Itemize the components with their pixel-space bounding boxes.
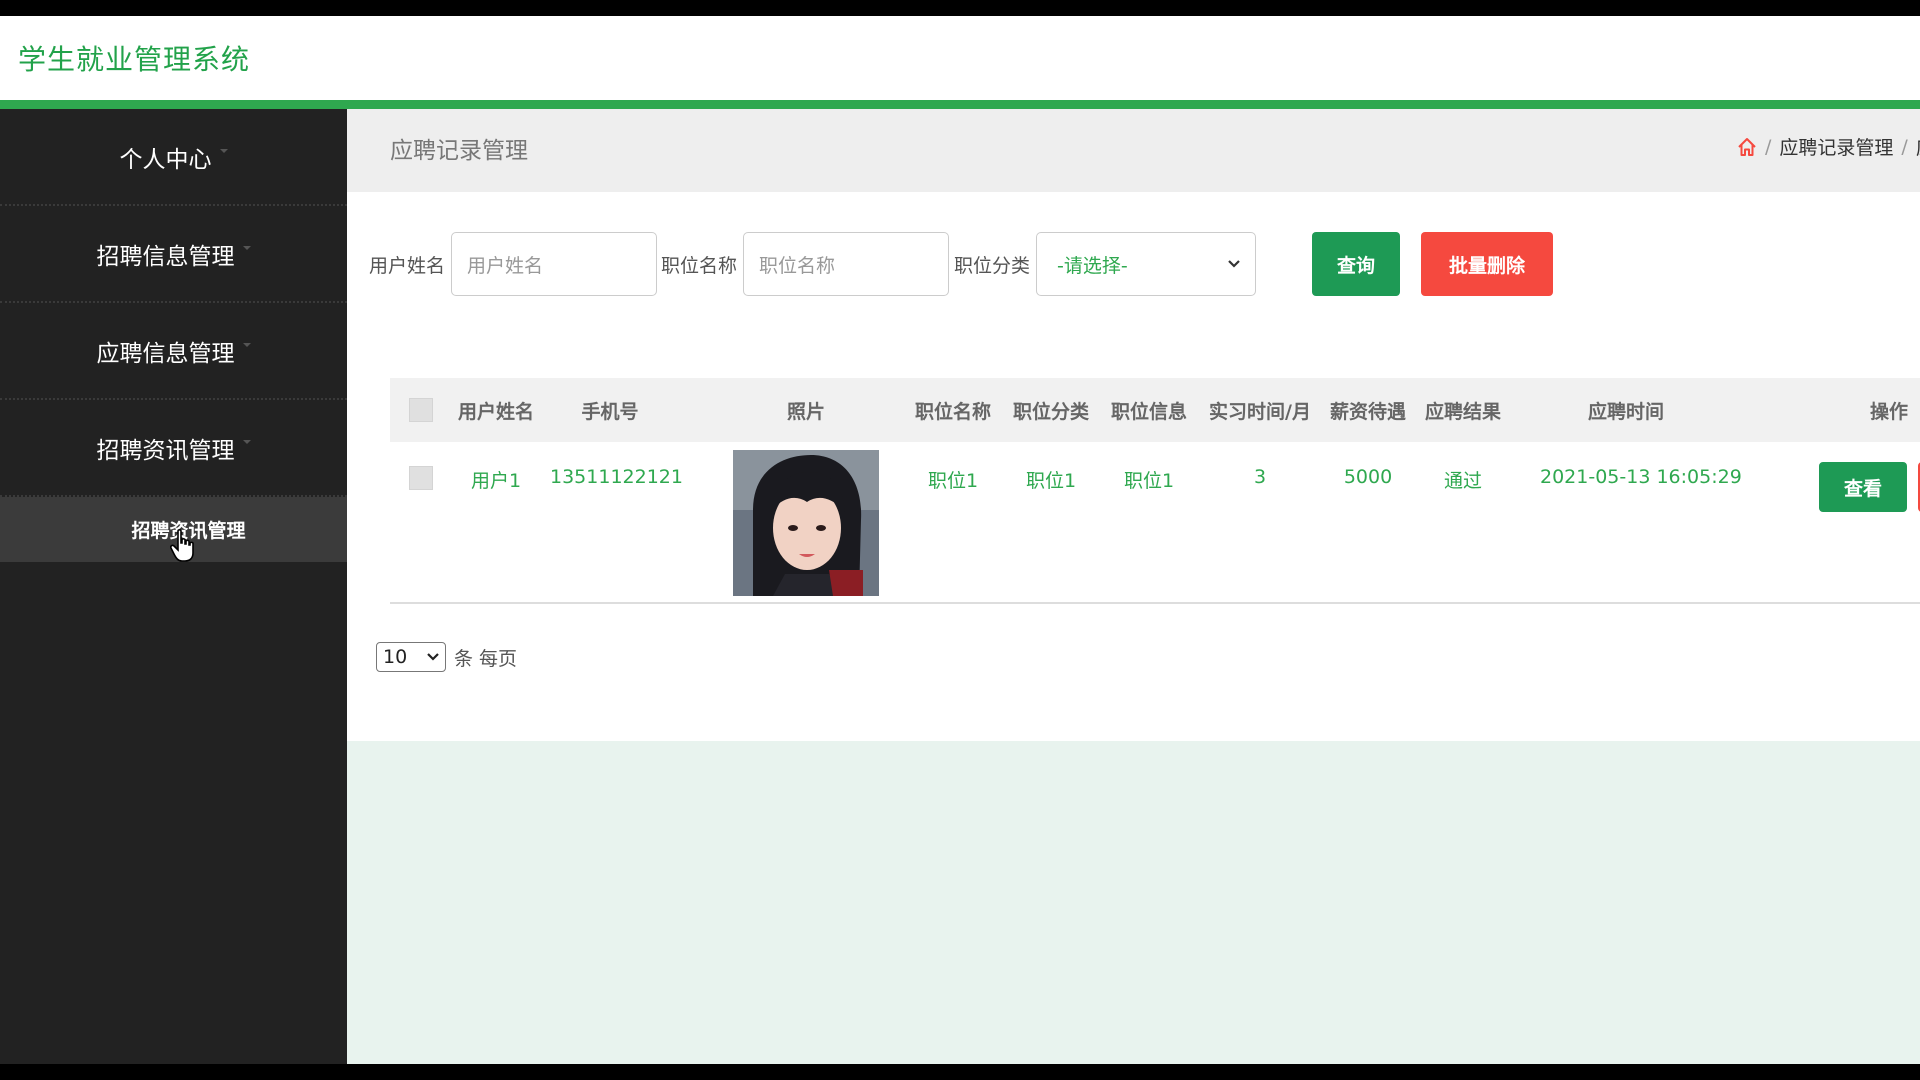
cell-phone: 13511122121	[550, 466, 683, 488]
sidebar-item-application-info[interactable]: 应聘信息管理	[0, 303, 347, 400]
sidebar-item-label: 个人中心	[119, 146, 212, 173]
column-header: 应聘时间	[1587, 400, 1664, 423]
view-button[interactable]: 查看	[1819, 462, 1907, 512]
sidebar-item-label: 招聘资讯管理	[96, 437, 235, 464]
cell-position-category: 职位1	[1025, 470, 1077, 492]
applicant-photo	[733, 450, 879, 596]
cell-result: 通过	[1443, 470, 1482, 492]
breadcrumb-separator: /	[1901, 135, 1908, 158]
select-all-checkbox[interactable]	[409, 398, 433, 422]
column-header: 应聘结果	[1424, 400, 1501, 423]
caret-down-icon	[242, 439, 251, 444]
app-window: 学生就业管理系统 个人中心 招聘信息管理 应聘信息管理 招聘资讯管理 招聘资讯管…	[0, 16, 1920, 1064]
sidebar: 个人中心 招聘信息管理 应聘信息管理 招聘资讯管理 招聘资讯管理	[0, 109, 347, 1064]
column-header: 职位名称	[914, 400, 991, 423]
sidebar-subitem-recruitment-news[interactable]: 招聘资讯管理	[0, 497, 347, 562]
sidebar-item-recruitment-news[interactable]: 招聘资讯管理	[0, 400, 347, 497]
page-size-suffix: 条 每页	[454, 647, 518, 670]
username-input[interactable]: 用户姓名	[451, 232, 658, 296]
username-label: 用户姓名	[369, 254, 446, 277]
column-header: 照片	[786, 400, 825, 423]
records-panel: 用户姓名 用户姓名 职位名称 职位名称 职位分类 -请选择- 查询 批量删除 用…	[347, 192, 1920, 741]
home-icon[interactable]	[1737, 137, 1757, 157]
column-header: 手机号	[581, 400, 639, 423]
page-size-select[interactable]: 10	[376, 642, 446, 672]
position-input[interactable]: 职位名称	[743, 232, 950, 296]
column-header: 实习时间/月	[1209, 400, 1311, 423]
query-button[interactable]: 查询	[1312, 232, 1400, 296]
breadcrumb-separator: /	[1765, 135, 1772, 158]
page-header: 应聘记录管理 / 应聘记录管理 / 应	[347, 109, 1920, 192]
main-content: 应聘记录管理 / 应聘记录管理 / 应 用户姓名 用户姓名 职位名称	[347, 109, 1920, 1064]
sidebar-item-personal-center[interactable]: 个人中心	[0, 109, 347, 206]
category-filter: 职位分类 -请选择-	[954, 232, 1257, 296]
table-row: 用户1 13511122121 职位1 职位1 职位1 3 5000 通过 20…	[390, 442, 1920, 604]
pagination: 10 条 每页	[376, 642, 517, 672]
header-accent-line	[0, 100, 1920, 109]
position-filter: 职位名称 职位名称	[661, 232, 950, 296]
sidebar-item-label: 招聘信息管理	[96, 243, 235, 270]
row-checkbox[interactable]	[409, 466, 433, 490]
column-header: 操作	[1870, 400, 1909, 423]
sidebar-item-label: 应聘信息管理	[96, 340, 235, 367]
column-header: 职位分类	[1012, 400, 1089, 423]
category-select[interactable]: -请选择-	[1036, 232, 1257, 296]
category-selected-value: -请选择-	[1057, 254, 1128, 277]
category-label: 职位分类	[954, 254, 1031, 277]
cell-username: 用户1	[470, 470, 522, 492]
breadcrumb-current[interactable]: 应聘记录管理	[1779, 133, 1893, 160]
batch-delete-button[interactable]: 批量删除	[1421, 232, 1553, 296]
chevron-down-icon	[1228, 260, 1240, 268]
cell-internship-months: 3	[1253, 466, 1267, 488]
column-header: 薪资待遇	[1329, 400, 1406, 423]
top-header: 学生就业管理系统	[0, 16, 1920, 100]
chevron-down-icon	[427, 653, 439, 661]
position-label: 职位名称	[661, 254, 738, 277]
cell-position-info: 职位1	[1123, 470, 1175, 492]
hand-cursor-icon	[170, 529, 194, 562]
cell-apply-time: 2021-05-13 16:05:29	[1540, 466, 1742, 488]
breadcrumb: / 应聘记录管理 / 应	[1737, 133, 1920, 160]
caret-down-icon	[242, 342, 251, 347]
table-header-row: 用户姓名 手机号 照片 职位名称 职位分类 职位信息 实习时间/月 薪资待遇 应…	[390, 378, 1920, 442]
app-title: 学生就业管理系统	[18, 43, 251, 76]
position-placeholder: 职位名称	[759, 254, 836, 277]
breadcrumb-trailing: 应	[1916, 133, 1920, 160]
records-table: 用户姓名 手机号 照片 职位名称 职位分类 职位信息 实习时间/月 薪资待遇 应…	[390, 378, 1920, 604]
username-placeholder: 用户姓名	[467, 254, 544, 277]
caret-down-icon	[242, 245, 251, 250]
page-title: 应聘记录管理	[390, 138, 528, 164]
username-filter: 用户姓名 用户姓名	[369, 232, 658, 296]
cell-position-name: 职位1	[927, 470, 979, 492]
column-header: 用户姓名	[457, 400, 534, 423]
cell-salary: 5000	[1343, 466, 1393, 488]
column-header: 职位信息	[1110, 400, 1187, 423]
page-size-value: 10	[383, 646, 408, 668]
sidebar-item-recruitment-info[interactable]: 招聘信息管理	[0, 206, 347, 303]
caret-down-icon	[219, 148, 228, 153]
